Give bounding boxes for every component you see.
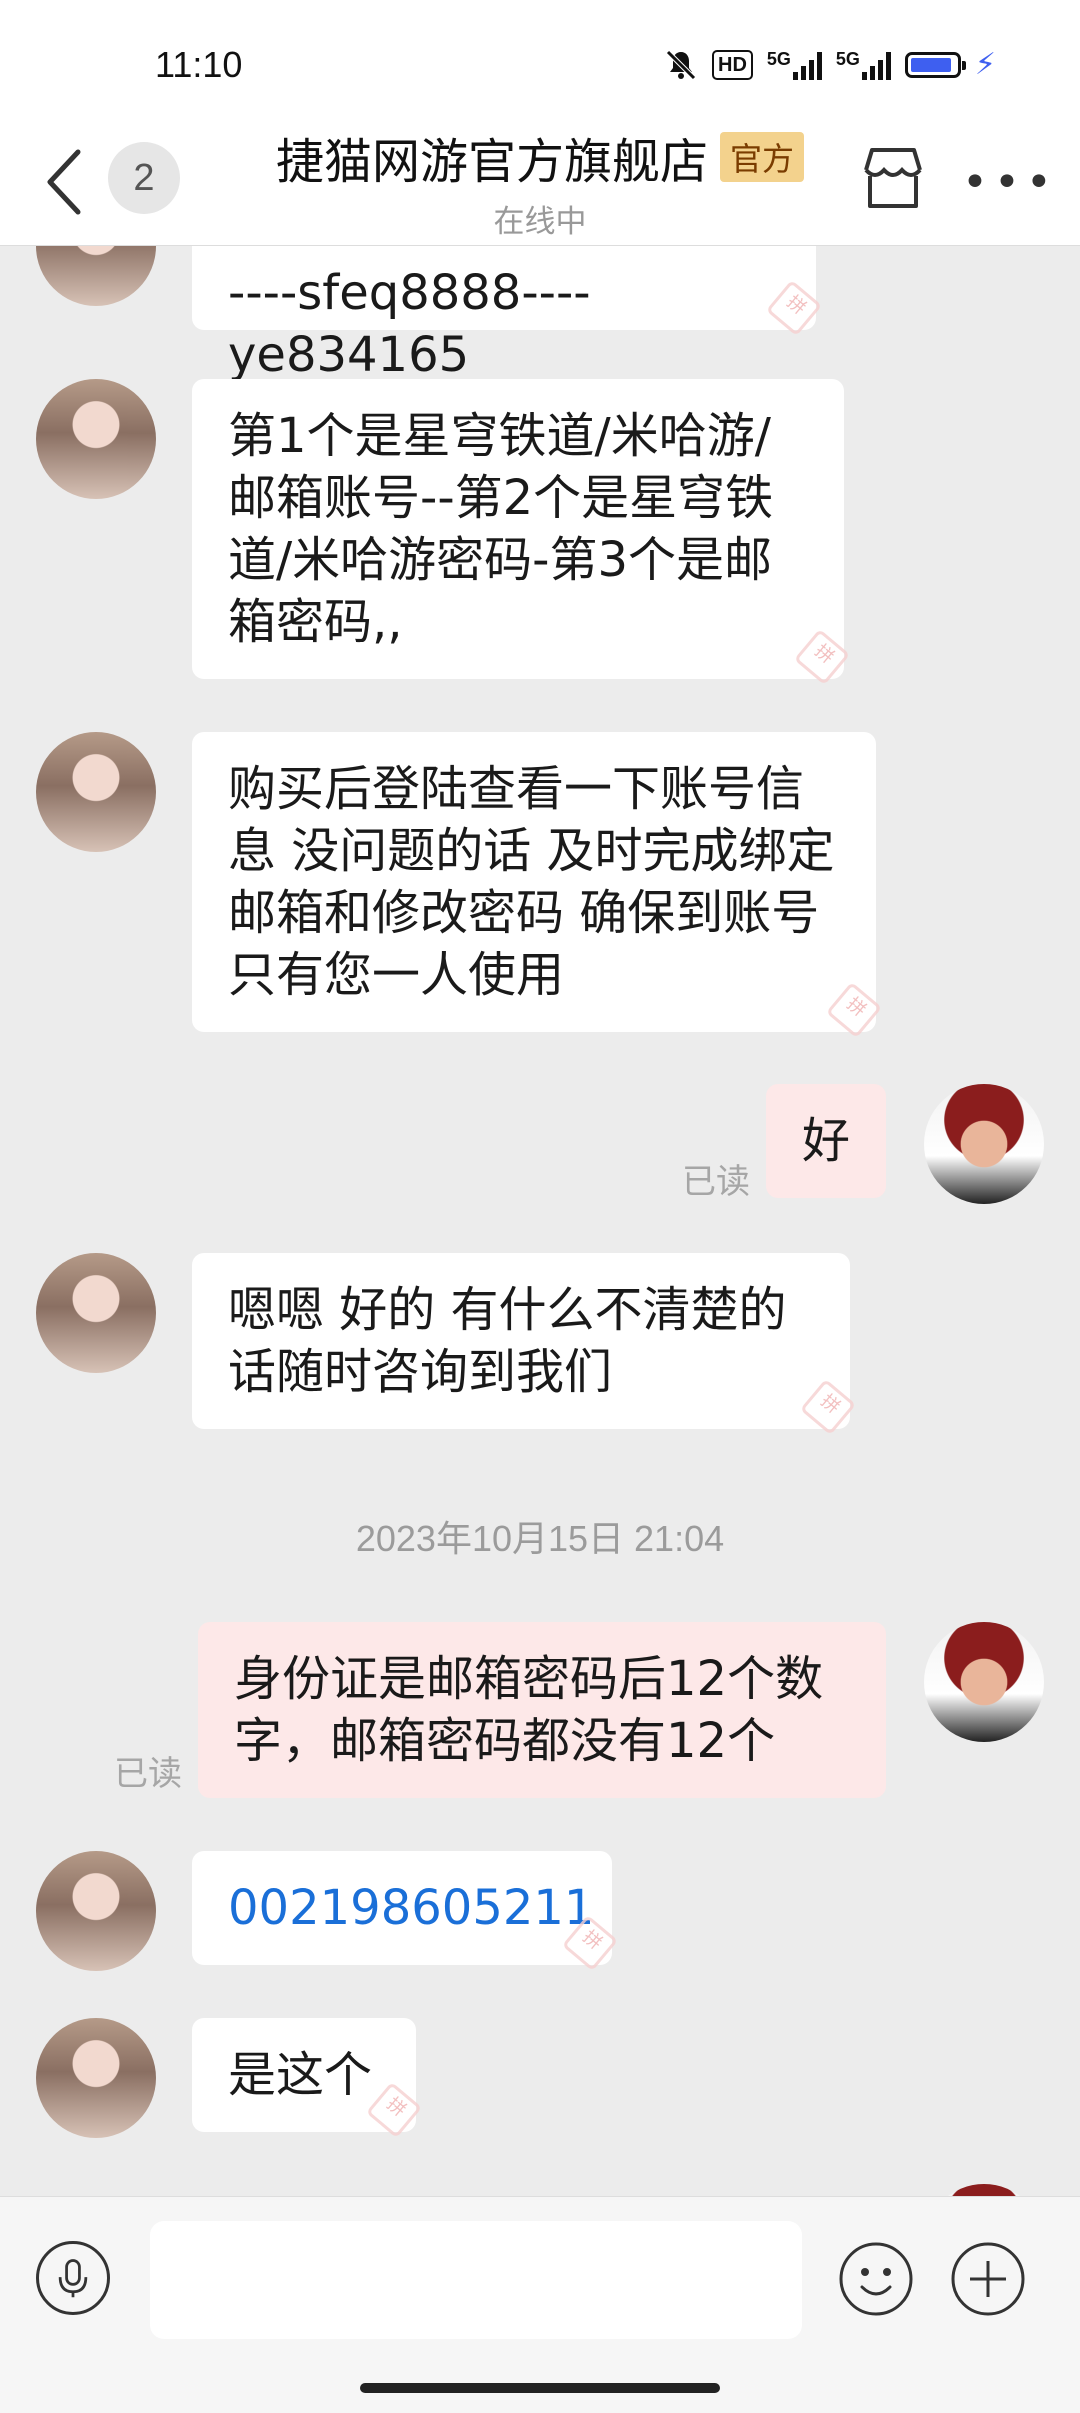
watermark-icon: 拼: [765, 279, 823, 337]
message-bubble[interactable]: 是这个 拼: [192, 2018, 423, 2139]
more-options-icon[interactable]: •••: [962, 161, 1058, 205]
message-bubble[interactable]: 好: [766, 1084, 886, 1198]
message-text: ----sfeq8888----ye834165: [228, 265, 591, 383]
message-bubble[interactable]: 嗯嗯 好的 有什么不清楚的话随时咨询到我们 拼: [192, 1253, 857, 1436]
signal-5g-icon: 5G: [767, 50, 822, 80]
message-text: 购买后登陆查看一下账号信息 没问题的话 及时完成绑定邮箱和修改密码 确保到账号只…: [228, 761, 835, 1003]
emoji-icon[interactable]: [838, 2241, 914, 2317]
unread-count-badge[interactable]: 2: [108, 142, 180, 214]
message-text: 是这个: [228, 2047, 373, 2103]
seller-avatar[interactable]: [36, 2018, 156, 2138]
clock: 11:10: [155, 44, 243, 85]
battery-icon: [904, 52, 966, 78]
message-input[interactable]: [150, 2221, 802, 2339]
charging-bolt-icon: ⚡: [974, 47, 996, 82]
message-bubble[interactable]: ----sfeq8888----ye834165 拼: [192, 246, 823, 383]
message-text: 嗯嗯 好的 有什么不清楚的话随时咨询到我们: [228, 1282, 787, 1400]
message-text: 第1个是星穹铁道/米哈游/邮箱账号--第2个是星穹铁道/米哈游密码-第3个是邮箱…: [228, 408, 774, 650]
official-badge: 官方: [720, 132, 805, 182]
add-attachment-icon[interactable]: [950, 2241, 1026, 2317]
signal-5g-icon: 5G: [836, 50, 891, 80]
chat-header: 2 捷猫网游官方旗舰店 官方 在线中 •••: [0, 120, 1080, 246]
seller-avatar[interactable]: [36, 1253, 156, 1373]
voice-input-icon[interactable]: [36, 2241, 110, 2315]
seller-avatar[interactable]: [36, 379, 156, 499]
watermark-icon: 拼: [365, 2081, 423, 2139]
timestamp: 2023年10月15日 21:04: [355, 1518, 725, 1559]
user-avatar[interactable]: [924, 2184, 1044, 2196]
online-status: 在线中: [493, 204, 587, 240]
hd-voice-icon: HD: [712, 50, 753, 80]
network-type-label: 5G: [835, 49, 860, 69]
seller-avatar[interactable]: [36, 1851, 156, 1971]
status-icons: HD 5G 5G ⚡: [664, 48, 996, 82]
network-type-label: 5G: [766, 49, 791, 69]
read-receipt: 已读: [682, 1162, 750, 1202]
message-bubble[interactable]: 购买后登陆查看一下账号信息 没问题的话 及时完成绑定邮箱和修改密码 确保到账号只…: [192, 732, 883, 1039]
seller-avatar[interactable]: [36, 246, 156, 306]
shop-name: 捷猫网游官方旗舰店: [275, 134, 708, 190]
message-bubble[interactable]: 002198605211 拼: [192, 1851, 619, 1972]
user-avatar[interactable]: [924, 1622, 1044, 1742]
watermark-icon: 拼: [799, 1378, 857, 1436]
home-indicator[interactable]: [360, 2383, 720, 2393]
seller-avatar[interactable]: [36, 732, 156, 852]
watermark-icon: 拼: [825, 981, 883, 1039]
message-bubble[interactable]: 身份证是邮箱密码后12个数字，邮箱密码都没有12个: [198, 1622, 886, 1798]
store-icon[interactable]: [858, 144, 928, 212]
back-arrow-icon[interactable]: [38, 142, 98, 222]
user-avatar[interactable]: [924, 1084, 1044, 1204]
read-receipt: 已读: [114, 1754, 182, 1794]
message-list[interactable]: ----sfeq8888----ye834165 拼 第1个是星穹铁道/米哈游/…: [0, 246, 1080, 2196]
status-bar: 11:10 HD 5G 5G ⚡: [0, 0, 1080, 120]
mute-bell-icon: [666, 50, 696, 80]
message-link-text[interactable]: 002198605211: [228, 1880, 594, 1936]
message-bubble[interactable]: 第1个是星穹铁道/米哈游/邮箱账号--第2个是星穹铁道/米哈游密码-第3个是邮箱…: [192, 379, 851, 686]
message-text: 好: [801, 1113, 850, 1169]
watermark-icon: 拼: [793, 628, 851, 686]
chat-title[interactable]: 捷猫网游官方旗舰店 官方 在线中: [260, 120, 820, 241]
input-bar: [0, 2196, 1080, 2413]
message-text: 身份证是邮箱密码后12个数字，邮箱密码都没有12个: [234, 1651, 824, 1769]
